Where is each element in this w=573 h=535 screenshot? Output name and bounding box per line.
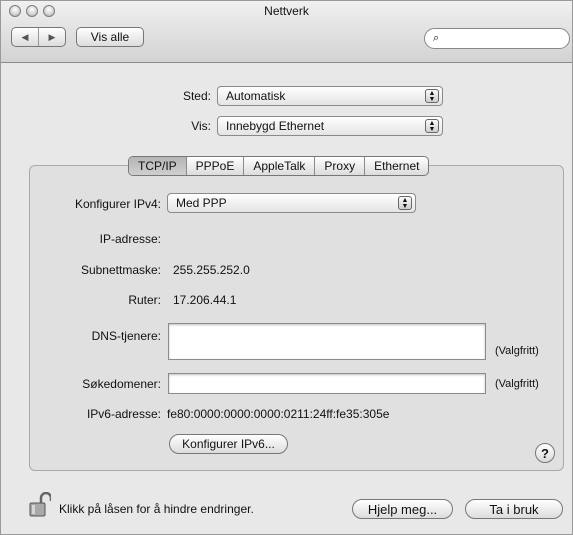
back-arrow-icon[interactable]: ◀ xyxy=(12,28,38,46)
tab-tcpip[interactable]: TCP/IP xyxy=(129,157,186,175)
title-toolbar: Nettverk ◀ ▶ Vis alle ⌕ xyxy=(1,1,572,63)
location-popup[interactable]: Automatisk ▲ ▼ xyxy=(217,86,443,106)
forward-arrow-icon[interactable]: ▶ xyxy=(38,28,65,46)
show-all-button[interactable]: Vis alle xyxy=(76,27,144,47)
search-icon: ⌕ xyxy=(433,32,440,44)
apply-button[interactable]: Ta i bruk xyxy=(465,499,563,519)
router-label: Ruter: xyxy=(128,293,161,307)
configure-ipv4-value: Med PPP xyxy=(176,196,227,210)
ip-address-label: IP-adresse: xyxy=(99,232,161,246)
show-value: Innebygd Ethernet xyxy=(226,119,325,133)
router-value: 17.206.44.1 xyxy=(173,293,237,307)
show-popup[interactable]: Innebygd Ethernet ▲ ▼ xyxy=(217,116,443,136)
tab-proxy[interactable]: Proxy xyxy=(314,157,364,175)
ipv6-address-label: IPv6-adresse: xyxy=(86,407,161,421)
tab-bar: TCP/IP PPPoE AppleTalk Proxy Ethernet xyxy=(128,156,430,176)
search-domains-optional-label: (Valgfritt) xyxy=(495,378,539,390)
dns-servers-field[interactable] xyxy=(168,323,486,360)
configure-ipv6-button[interactable]: Konfigurer IPv6... xyxy=(169,434,288,454)
tab-pppoe[interactable]: PPPoE xyxy=(185,157,244,175)
popup-arrows-icon: ▲ ▼ xyxy=(398,196,412,210)
dns-servers-label: DNS-tjenere: xyxy=(91,329,161,343)
search-input[interactable]: ⌕ xyxy=(424,28,570,49)
location-value: Automatisk xyxy=(226,89,286,103)
subnet-mask-label: Subnettmaske: xyxy=(80,263,161,277)
assist-me-button[interactable]: Hjelp meg... xyxy=(352,499,453,519)
popup-arrows-icon: ▲ ▼ xyxy=(425,119,439,133)
subnet-mask-value: 255.255.252.0 xyxy=(173,263,250,277)
lock-icon[interactable] xyxy=(29,492,51,518)
ipv6-address-value: fe80:0000:0000:0000:0211:24ff:fe35:305e xyxy=(167,407,390,421)
network-preferences-window: Nettverk ◀ ▶ Vis alle ⌕ Sted: Automatisk… xyxy=(0,0,573,535)
lock-instruction-text: Klikk på låsen for å hindre endringer. xyxy=(59,502,254,516)
configure-ipv4-label: Konfigurer IPv4: xyxy=(74,197,161,211)
search-domains-label: Søkedomener: xyxy=(82,377,161,391)
search-domains-field[interactable] xyxy=(168,373,486,394)
tab-ethernet[interactable]: Ethernet xyxy=(364,157,428,175)
window-title: Nettverk xyxy=(264,4,309,18)
popup-arrows-icon: ▲ ▼ xyxy=(425,89,439,103)
location-label: Sted: xyxy=(182,89,211,103)
help-icon[interactable]: ? xyxy=(535,443,555,463)
tab-appletalk[interactable]: AppleTalk xyxy=(243,157,314,175)
show-label: Vis: xyxy=(191,119,211,133)
dns-optional-label: (Valgfritt) xyxy=(495,345,539,357)
back-forward-control[interactable]: ◀ ▶ xyxy=(11,27,66,47)
configure-ipv4-popup[interactable]: Med PPP ▲ ▼ xyxy=(167,193,416,213)
